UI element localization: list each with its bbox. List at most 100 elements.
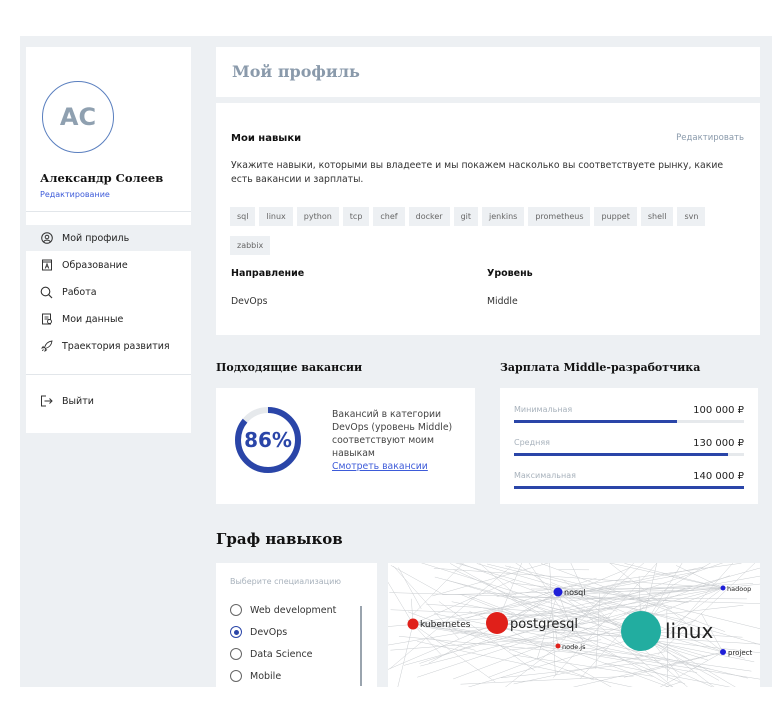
graph-node-nodejs[interactable] [555,643,561,649]
graph-node-linux[interactable] [621,611,661,651]
skill-tag[interactable]: jenkins [482,207,525,226]
skill-tag[interactable]: svn [677,207,706,226]
level-label: Уровень [487,268,533,279]
radio-devops[interactable]: DevOps [230,623,287,641]
sidebar: AC Александр Солеев Редактирование Мой п… [26,47,191,433]
salary-bar [514,486,744,489]
graph-node-nosql[interactable] [553,587,563,597]
salary-heading: Зарплата Middle-разработчика [500,361,701,374]
node-label-hadoop: hadoop [727,585,751,593]
rocket-icon [40,340,53,353]
sidebar-item-my-data[interactable]: Мои данные [26,306,191,332]
education-icon [40,259,53,272]
radio-button[interactable] [230,670,242,682]
salary-bar [514,420,744,423]
salary-label: Минимальная [514,405,573,414]
skills-description: Укажите навыки, которыми вы владеете и м… [231,160,724,186]
node-label-nodejs: node.js [562,643,586,651]
match-percent: 86% [244,428,292,452]
radio-label: Mobile [250,670,282,682]
radio-button[interactable] [230,604,242,616]
sidebar-divider [26,374,191,375]
skills-graph-heading: Граф навыков [216,530,343,548]
skill-tag[interactable]: shell [640,207,674,226]
direction-value: DevOps [231,296,268,307]
skill-tags: sql linux python tcp chef docker git jenkins pro… [230,204,750,262]
sidebar-divider [26,211,191,212]
profile-header: Мой профиль [216,47,760,97]
direction-label: Направление [231,268,305,279]
edit-skills-link[interactable]: Редактировать [676,133,744,143]
user-circle-icon [40,232,53,245]
salary-row-avg: Средняя 130 000 ₽ [514,438,744,468]
logout-button[interactable]: Выйти [26,388,191,414]
sidebar-item-label: Мой профиль [62,232,130,244]
salary-row-max: Максимальная 140 000 ₽ [514,471,744,501]
edit-profile-link[interactable]: Редактирование [40,190,110,199]
salary-bar [514,453,744,456]
radio-mobile[interactable]: Mobile [230,667,281,685]
graph-node-hadoop[interactable] [720,585,726,591]
salary-bar-fill [514,453,728,456]
radio-label: Web development [250,604,337,616]
skill-tag[interactable]: docker [408,207,450,226]
logout-label: Выйти [62,395,94,407]
vacancies-text: Вакансий в категории DevOps (уровень Mid… [332,408,467,473]
skill-tag[interactable]: zabbix [230,236,271,255]
page-title: Мой профиль [232,62,360,81]
radio-web-development[interactable]: Web development [230,601,336,619]
user-name: Александр Солеев [40,171,164,185]
radio-label: DevOps [250,626,288,638]
skills-graph-canvas[interactable]: nosql hadoop kubernetes postgresql linux… [388,563,760,687]
node-label-kubernetes: kubernetes [420,620,471,630]
avatar[interactable]: AC [42,81,114,153]
salary-value: 140 000 ₽ [693,471,744,482]
skill-tag[interactable]: tcp [342,207,370,226]
skill-tag[interactable]: prometheus [528,207,591,226]
specialization-picker: Выберите специализацию Web development D… [216,563,377,687]
skill-tag[interactable]: python [296,207,339,226]
sidebar-item-education[interactable]: Образование [26,252,191,278]
salary-row-min: Минимальная 100 000 ₽ [514,405,744,435]
salary-value: 130 000 ₽ [693,438,744,449]
specialization-prompt: Выберите специализацию [230,577,342,586]
view-vacancies-link[interactable]: Смотреть вакансии [332,460,467,473]
skills-graph[interactable]: nosql hadoop kubernetes postgresql linux… [388,563,760,687]
graph-node-kubernetes[interactable] [407,618,419,630]
sidebar-item-label: Работа [62,286,97,298]
radio-label: Data Science [250,648,313,660]
search-icon [40,286,53,299]
skill-tag[interactable]: chef [373,207,405,226]
sidebar-item-label: Образование [62,259,128,271]
sidebar-item-work[interactable]: Работа [26,279,191,305]
radio-button[interactable] [230,648,242,660]
radio-data-science[interactable]: Data Science [230,645,313,663]
graph-node-project[interactable] [720,649,726,655]
scrollbar[interactable] [360,606,362,686]
vacancies-description: Вакансий в категории DevOps (уровень Mid… [332,409,453,460]
vacancies-card: 86% Вакансий в категории DevOps (уровень… [216,388,475,504]
graph-node-postgresql[interactable] [486,612,508,634]
level-value: Middle [487,296,518,307]
skill-tag[interactable]: puppet [594,207,637,226]
radio-button[interactable] [230,626,242,638]
salary-label: Максимальная [514,471,576,480]
salary-card: Минимальная 100 000 ₽ Средняя 130 000 ₽ … [500,388,758,504]
sidebar-item-my-profile[interactable]: Мой профиль [26,225,191,251]
data-icon [40,313,53,326]
node-label-project: project [728,649,753,657]
skill-tag[interactable]: linux [259,207,293,226]
skill-tag[interactable]: sql [230,207,256,226]
page-canvas: AC Александр Солеев Редактирование Мой п… [20,36,772,687]
sidebar-item-label: Мои данные [62,313,124,325]
sidebar-item-career-path[interactable]: Траектория развития [26,333,191,359]
vacancies-heading: Подходящие вакансии [216,361,363,374]
node-label-linux: linux [665,619,713,643]
salary-bar-fill [514,420,678,423]
salary-bar-fill [514,486,744,489]
salary-value: 100 000 ₽ [693,405,744,416]
node-label-nosql: nosql [564,588,585,597]
skill-tag[interactable]: git [453,207,478,226]
skills-title: Мои навыки [231,133,302,144]
sidebar-item-label: Траектория развития [62,340,170,352]
